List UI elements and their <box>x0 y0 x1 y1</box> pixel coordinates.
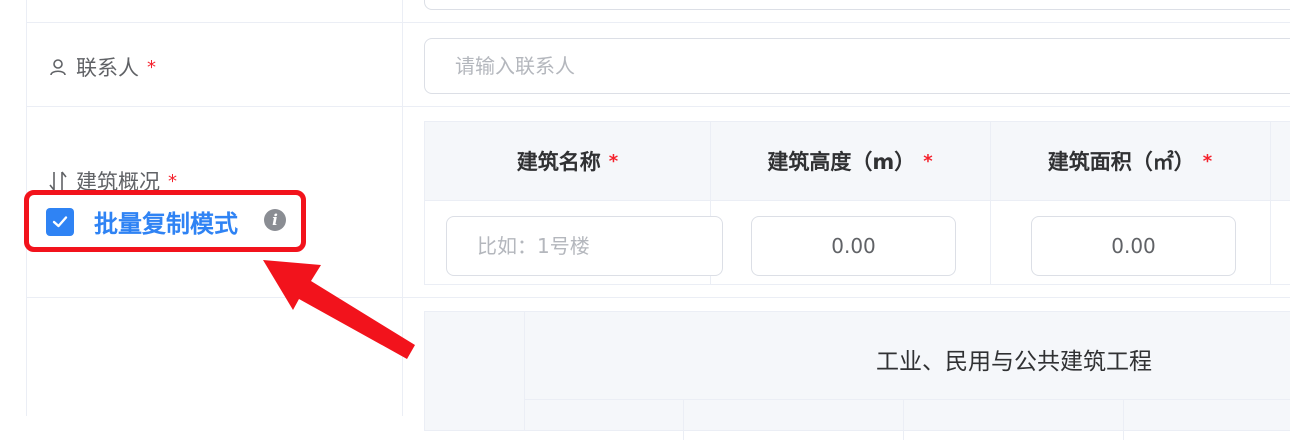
table-row-divider <box>525 399 1290 400</box>
table-column-divider <box>1270 122 1271 284</box>
building-height-input[interactable] <box>751 216 956 276</box>
row-divider <box>26 106 1290 107</box>
contact-label-text: 联系人 <box>76 56 139 80</box>
check-icon <box>52 216 68 228</box>
contact-label: 联系人 * <box>48 52 156 82</box>
header-building-area: 建筑面积（㎡） * <box>990 122 1270 200</box>
header-label: 建筑高度（m） <box>767 150 916 174</box>
header-label: 建筑面积（㎡） <box>1047 150 1195 174</box>
header-building-name: 建筑名称 * <box>425 122 710 200</box>
previous-field-input[interactable] <box>424 0 1290 10</box>
row-divider <box>26 297 1290 298</box>
building-area-input[interactable] <box>1031 216 1236 276</box>
required-mark: * <box>923 150 933 172</box>
table-column-divider <box>1123 400 1124 440</box>
annotation-arrow-icon <box>263 260 415 359</box>
required-mark: * <box>608 150 619 172</box>
project-table-title: 工业、民用与公共建筑工程 <box>876 349 1152 375</box>
header-building-height: 建筑高度（m） * <box>710 122 990 200</box>
required-mark: * <box>1202 150 1213 172</box>
table-column-divider <box>683 400 684 440</box>
required-mark: * <box>147 56 156 78</box>
sort-icon <box>48 170 68 192</box>
header-label: 建筑名称 <box>516 150 601 174</box>
batch-copy-label[interactable]: 批量复制模式 <box>94 204 238 239</box>
required-mark: * <box>168 170 177 192</box>
user-icon <box>48 57 68 77</box>
project-type-table: 工业、民用与公共建筑工程 <box>424 311 1290 440</box>
table-column-divider <box>903 400 904 440</box>
building-table: 建筑名称 * 建筑高度（m） * 建筑面积（㎡） * <box>424 121 1290 285</box>
table-row-divider <box>425 200 1290 201</box>
building-name-input[interactable] <box>446 216 723 276</box>
info-icon[interactable]: i <box>264 209 286 231</box>
batch-copy-checkbox[interactable] <box>46 208 74 236</box>
contact-input[interactable] <box>424 38 1290 94</box>
row-divider <box>26 22 1290 23</box>
